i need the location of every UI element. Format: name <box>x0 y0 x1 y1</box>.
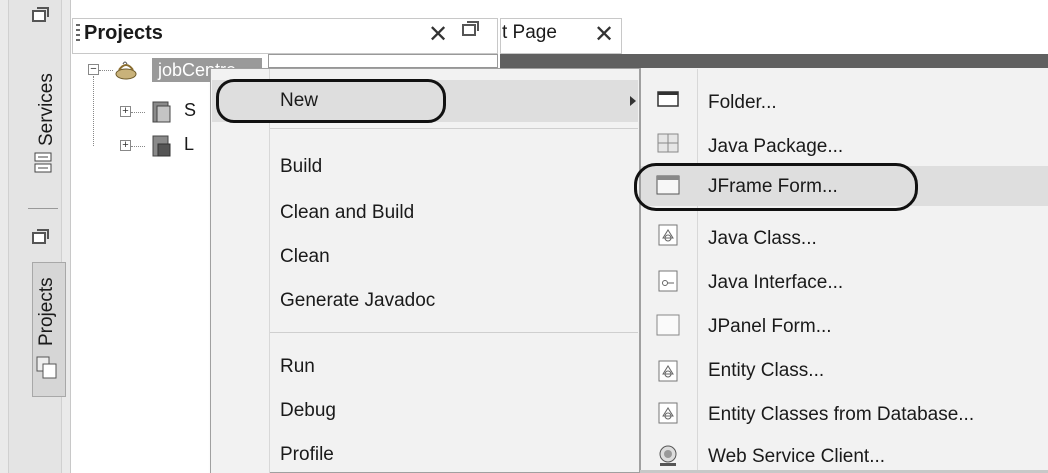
tree-node-label[interactable]: S <box>184 100 196 121</box>
menu-item-clean[interactable]: Clean <box>280 246 330 268</box>
panel-grip-icon[interactable] <box>76 24 80 44</box>
tree-connector <box>99 70 113 71</box>
services-tab-label[interactable]: Services <box>36 73 58 146</box>
menu-item-run[interactable]: Run <box>280 356 315 378</box>
submenu-item-jpanel-form[interactable]: JPanel Form... <box>708 316 832 338</box>
submenu-item-java-class[interactable]: Java Class... <box>708 228 817 250</box>
java-interface-icon <box>656 270 680 292</box>
tree-connector <box>131 112 145 113</box>
window-restore-icon[interactable] <box>32 7 49 22</box>
tree-node-label[interactable]: L <box>184 134 194 155</box>
expand-icon[interactable]: + <box>120 106 131 117</box>
source-packages-icon <box>150 100 174 124</box>
folder-icon <box>656 88 680 110</box>
jpanel-icon <box>656 314 680 336</box>
package-icon <box>656 132 680 154</box>
menu-icon-gutter <box>211 69 270 473</box>
projects-tab-label[interactable]: Projects <box>36 277 58 346</box>
services-icon[interactable] <box>34 152 52 174</box>
collapse-icon[interactable]: − <box>88 64 99 75</box>
rename-field[interactable] <box>268 54 498 68</box>
menu-item-profile[interactable]: Profile <box>280 444 334 466</box>
menu-item-generate-javadoc[interactable]: Generate Javadoc <box>280 290 435 312</box>
entity-class-icon <box>656 360 680 382</box>
submenu-item-entity-class[interactable]: Entity Class... <box>708 360 824 382</box>
menu-separator <box>270 128 638 129</box>
window-restore-icon[interactable] <box>462 21 479 36</box>
editor-tab-label[interactable]: t Page <box>502 22 557 44</box>
projects-panel-title: Projects <box>84 22 163 44</box>
menu-item-build[interactable]: Build <box>280 156 322 178</box>
close-icon[interactable]: ✕ <box>428 20 448 49</box>
projects-icon[interactable] <box>36 356 58 380</box>
annotation-outline <box>634 163 918 211</box>
menu-item-debug[interactable]: Debug <box>280 400 336 422</box>
editor-toolbar-bar <box>500 54 1048 68</box>
tree-connector <box>131 146 145 147</box>
window-restore-icon[interactable] <box>32 229 49 244</box>
submenu-item-java-interface[interactable]: Java Interface... <box>708 272 843 294</box>
java-class-icon <box>656 224 680 246</box>
submenu-item-java-package[interactable]: Java Package... <box>708 136 843 158</box>
libraries-icon <box>150 134 174 158</box>
annotation-outline <box>216 79 446 123</box>
close-icon[interactable]: ✕ <box>594 20 614 49</box>
submenu-item-web-service-client[interactable]: Web Service Client... <box>708 446 885 468</box>
submenu-item-entity-classes-from-database[interactable]: Entity Classes from Database... <box>708 404 974 426</box>
sidebar-divider <box>28 208 58 209</box>
submenu-item-folder[interactable]: Folder... <box>708 92 777 114</box>
entity-db-icon <box>656 402 680 424</box>
menu-separator <box>270 332 638 333</box>
web-service-icon <box>656 444 680 466</box>
expand-icon[interactable]: + <box>120 140 131 151</box>
submenu-arrow-icon <box>630 96 636 106</box>
editor-tab-bar <box>622 18 1048 55</box>
tree-connector <box>93 76 94 146</box>
java-project-icon <box>114 56 140 82</box>
menu-item-clean-and-build[interactable]: Clean and Build <box>280 202 414 224</box>
